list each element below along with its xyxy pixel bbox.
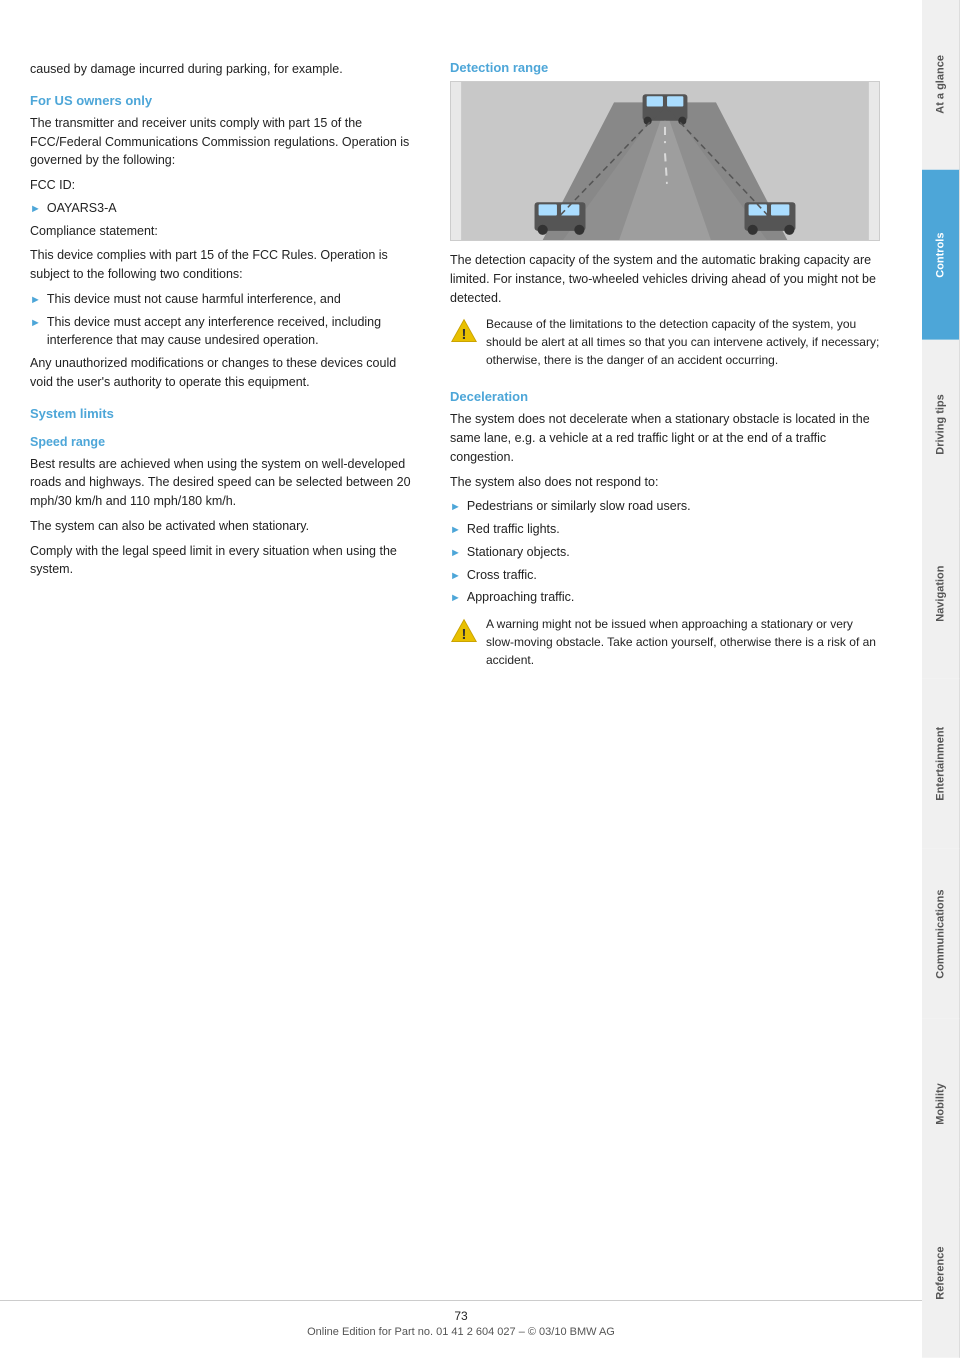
sidebar-tab-navigation[interactable]: Navigation xyxy=(922,509,960,679)
decel-bullet-4-text: Cross traffic. xyxy=(467,566,537,585)
compliance-bullet-1: ► This device must not cause harmful int… xyxy=(30,290,420,309)
sidebar-tab-communications[interactable]: Communications xyxy=(922,849,960,1019)
bullet-arrow-icon: ► xyxy=(450,499,461,516)
fcc-id-value: OAYARS3-A xyxy=(47,199,117,218)
bullet-arrow-icon: ► xyxy=(30,201,41,218)
fcc-id-label: FCC ID: xyxy=(30,176,420,195)
speed-range-text2: The system can also be activated when st… xyxy=(30,517,420,536)
speed-range-text3: Comply with the legal speed limit in eve… xyxy=(30,542,420,580)
deceleration-text1: The system does not decelerate when a st… xyxy=(450,410,880,466)
page-number: 73 xyxy=(0,1309,922,1323)
intro-text: caused by damage incurred during parking… xyxy=(30,60,420,79)
sidebar-tab-controls[interactable]: Controls xyxy=(922,170,960,340)
deceleration-heading: Deceleration xyxy=(450,389,880,404)
sidebar-tab-at-a-glance[interactable]: At a glance xyxy=(922,0,960,170)
decel-bullet-2-text: Red traffic lights. xyxy=(467,520,560,539)
compliance-bullet-1-text: This device must not cause harmful inter… xyxy=(47,290,341,309)
for-us-text: The transmitter and receiver units compl… xyxy=(30,114,420,170)
svg-text:!: ! xyxy=(462,327,467,343)
sidebar: At a glance Controls Driving tips Naviga… xyxy=(922,0,960,1358)
warning-1-text: Because of the limitations to the detect… xyxy=(486,315,880,369)
warning-triangle-icon: ! xyxy=(450,317,478,345)
decel-bullet-1-text: Pedestrians or similarly slow road users… xyxy=(467,497,691,516)
warning-triangle-icon-2: ! xyxy=(450,617,478,645)
speed-range-text1: Best results are achieved when using the… xyxy=(30,455,420,511)
footer: 73 Online Edition for Part no. 01 41 2 6… xyxy=(0,1300,922,1338)
compliance-label: Compliance statement: xyxy=(30,222,420,241)
decel-bullet-5-text: Approaching traffic. xyxy=(467,588,574,607)
fcc-id-label-text: FCC ID: xyxy=(30,178,75,192)
compliance-bullet-2-text: This device must accept any interference… xyxy=(47,313,420,351)
warning-box-1: ! Because of the limitations to the dete… xyxy=(450,315,880,375)
compliance-bullet-2: ► This device must accept any interferen… xyxy=(30,313,420,351)
main-content: caused by damage incurred during parking… xyxy=(0,0,922,723)
bullet-arrow-icon: ► xyxy=(450,522,461,539)
sidebar-tab-driving-tips[interactable]: Driving tips xyxy=(922,340,960,510)
system-limits-heading: System limits xyxy=(30,406,420,421)
footer-text: Online Edition for Part no. 01 41 2 604 … xyxy=(307,1326,615,1338)
decel-bullet-3: ► Stationary objects. xyxy=(450,543,880,562)
detection-range-heading: Detection range xyxy=(450,60,880,75)
sidebar-tab-entertainment[interactable]: Entertainment xyxy=(922,679,960,849)
for-us-owners-heading: For US owners only xyxy=(30,93,420,108)
warning-box-2: ! A warning might not be issued when app… xyxy=(450,615,880,675)
decel-bullet-5: ► Approaching traffic. xyxy=(450,588,880,607)
detection-text: The detection capacity of the system and… xyxy=(450,251,880,307)
sidebar-tab-mobility[interactable]: Mobility xyxy=(922,1019,960,1189)
sidebar-tab-reference[interactable]: Reference xyxy=(922,1188,960,1358)
decel-bullet-4: ► Cross traffic. xyxy=(450,566,880,585)
right-column: Detection range xyxy=(450,60,880,683)
fcc-id-bullet: ► OAYARS3-A xyxy=(30,199,420,218)
detection-range-image xyxy=(450,81,880,241)
left-column: caused by damage incurred during parking… xyxy=(30,60,420,683)
bullet-arrow-icon: ► xyxy=(450,590,461,607)
unauthorized-text: Any unauthorized modifications or change… xyxy=(30,354,420,392)
decel-bullet-1: ► Pedestrians or similarly slow road use… xyxy=(450,497,880,516)
compliance-text: This device complies with part 15 of the… xyxy=(30,246,420,284)
bullet-arrow-icon: ► xyxy=(450,568,461,585)
deceleration-text2: The system also does not respond to: xyxy=(450,473,880,492)
svg-text:!: ! xyxy=(462,627,467,643)
speed-range-heading: Speed range xyxy=(30,435,420,449)
decel-bullet-2: ► Red traffic lights. xyxy=(450,520,880,539)
decel-bullet-3-text: Stationary objects. xyxy=(467,543,570,562)
bullet-arrow-icon: ► xyxy=(30,315,41,332)
bullet-arrow-icon: ► xyxy=(30,292,41,309)
bullet-arrow-icon: ► xyxy=(450,545,461,562)
warning-2-text: A warning might not be issued when appro… xyxy=(486,615,880,669)
